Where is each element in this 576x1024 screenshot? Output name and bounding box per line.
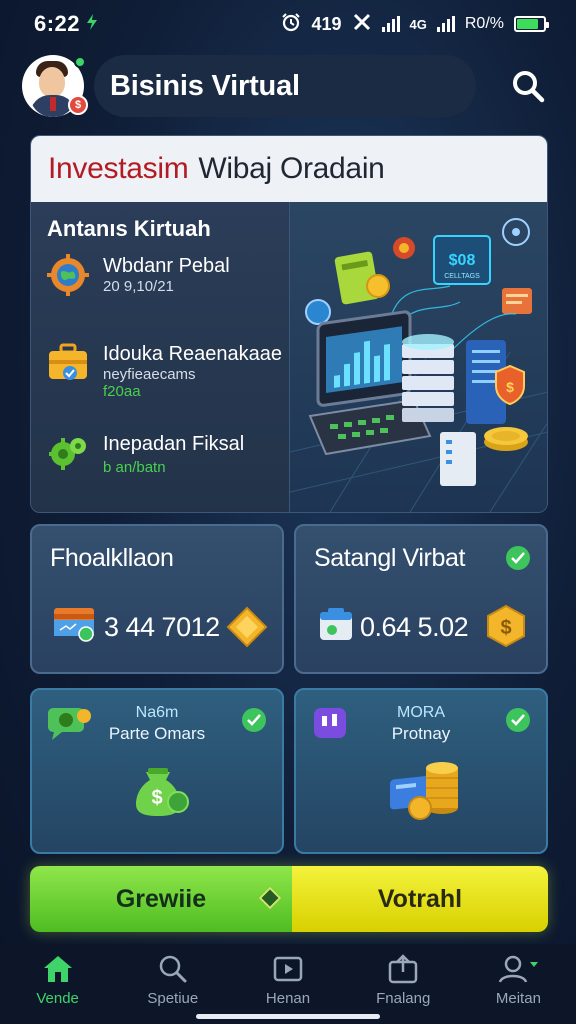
status-right-text: 419 (311, 13, 342, 34)
status-time: 6:22 (34, 11, 81, 36)
network-label-2: R0/% (464, 15, 504, 32)
card-amount: 0.64 5.02 (360, 612, 469, 642)
video-icon (273, 956, 303, 982)
check-icon (242, 708, 266, 732)
battery-icon (514, 16, 549, 32)
bag-symbol: $ (151, 787, 162, 809)
card-title: Satangl Virbat (314, 544, 465, 572)
panel-title: Investasim Wibaj Oradain (31, 136, 547, 202)
item-title: Inepadan Fiksal (103, 433, 245, 455)
screen-text: $08 (449, 252, 476, 269)
virtual-balance-card[interactable]: Satangl Virbat 0.64 5.02 $ (294, 524, 548, 674)
list-item[interactable]: Idouka Reaenakaae neyfieaecams f20aa (47, 342, 282, 400)
briefcase-icon (49, 343, 87, 380)
tech-illustration: $08 CELLTAGS $ (289, 202, 547, 512)
avatar-badge: $ (68, 95, 88, 115)
check-icon (506, 546, 530, 570)
item-detail: neyfieaecams (103, 366, 196, 383)
primary-green-button[interactable]: Grewiie (30, 866, 292, 932)
profile-icon (499, 955, 539, 983)
signal-icon-2 (436, 16, 455, 32)
bottom-nav: Vende Spetiue Henan Fnalang Meitan (0, 944, 576, 1024)
green-gears-icon (49, 438, 86, 470)
signal-icon (381, 16, 400, 32)
data-center-illustration: $08 CELLTAGS $ (289, 218, 547, 512)
search-icon (159, 955, 187, 983)
item-title: Idouka Reaenakaae (103, 343, 283, 365)
gear-globe-icon (47, 254, 89, 296)
status-bar: 6:22 419 4G R0/% (0, 0, 576, 48)
green-button-label: Grewiie (115, 884, 207, 913)
search-icon (513, 71, 545, 103)
panel-title-dark: Wibaj Oradain (198, 152, 385, 185)
coin-stack-icon (390, 762, 458, 820)
wallet-icon (320, 608, 352, 640)
dollar-coin-icon: $ (487, 604, 525, 648)
alarm-icon (281, 12, 301, 37)
nav-label: Fnalang (376, 990, 431, 1007)
nav-label: Henan (265, 990, 311, 1007)
check-icon (506, 708, 530, 732)
primary-yellow-button[interactable]: Votrahl (292, 866, 548, 932)
item-detail: b an/batn (103, 459, 166, 476)
app-title-bar[interactable]: Bisinis Virtual (94, 55, 476, 117)
flash-icon (86, 13, 98, 35)
item-detail: 20 9,10/21 (103, 278, 174, 295)
nav-item-upload[interactable]: Fnalang (346, 944, 461, 1024)
home-icon (43, 956, 72, 982)
money-bag-icon: $ (136, 768, 189, 816)
card-title: Fhoalkllaon (50, 544, 174, 572)
screen-text-2: CELLTAGS (444, 273, 480, 280)
balance-card[interactable]: Fhoalkllaon 3 44 7012 (30, 524, 284, 674)
investment-panel: Investasim Wibaj Oradain Antanıs Kirtuah… (30, 135, 548, 513)
network-label-1: 4G (409, 16, 427, 32)
item-detail-green: f20aa (103, 383, 141, 400)
nav-label: Meitan (495, 990, 541, 1007)
search-button[interactable] (502, 60, 554, 112)
list-item[interactable]: Wbdanr Pebal 20 9,10/21 (47, 254, 230, 296)
action-buttons: Grewiie Votrahl (30, 866, 548, 932)
nav-item-profile[interactable]: Meitan (461, 944, 576, 1024)
online-dot-icon (74, 56, 86, 68)
nav-item-video[interactable]: Henan (230, 944, 345, 1024)
nav-item-search[interactable]: Spetiue (115, 944, 230, 1024)
panel-list: Antanıs Kirtuah Wbdanr Pebal 20 9,10/21 (31, 202, 289, 512)
credit-card-icon (54, 608, 94, 642)
home-indicator[interactable] (196, 1014, 380, 1019)
nav-label: Spetiue (147, 990, 199, 1007)
item-title: Wbdanr Pebal (103, 255, 230, 277)
app-header: $ Bisinis Virtual (22, 52, 554, 120)
card-amount: 3 44 7012 (104, 612, 220, 642)
yellow-button-label: Votrahl (377, 884, 463, 913)
panel-subtitle: Antanıs Kirtuah (47, 216, 211, 241)
list-item[interactable]: Inepadan Fiksal b an/batn (47, 432, 244, 476)
diamond-icon (258, 886, 282, 910)
tools-icon (352, 13, 372, 36)
upload-icon (388, 954, 418, 984)
feature-card-right[interactable]: MORA Protnay (294, 688, 548, 854)
feature-card-left[interactable]: Na6m Parte Omars $ (30, 688, 284, 854)
nav-item-home[interactable]: Vende (0, 944, 115, 1024)
avatar[interactable]: $ (22, 55, 88, 117)
gold-diamond-icon (226, 606, 268, 648)
coin-symbol: $ (500, 617, 511, 639)
panel-title-red: Investasim (48, 152, 189, 185)
app-title: Bisinis Virtual (110, 69, 300, 102)
nav-label: Vende (36, 990, 79, 1007)
shield-coin-text: $ (506, 379, 514, 395)
